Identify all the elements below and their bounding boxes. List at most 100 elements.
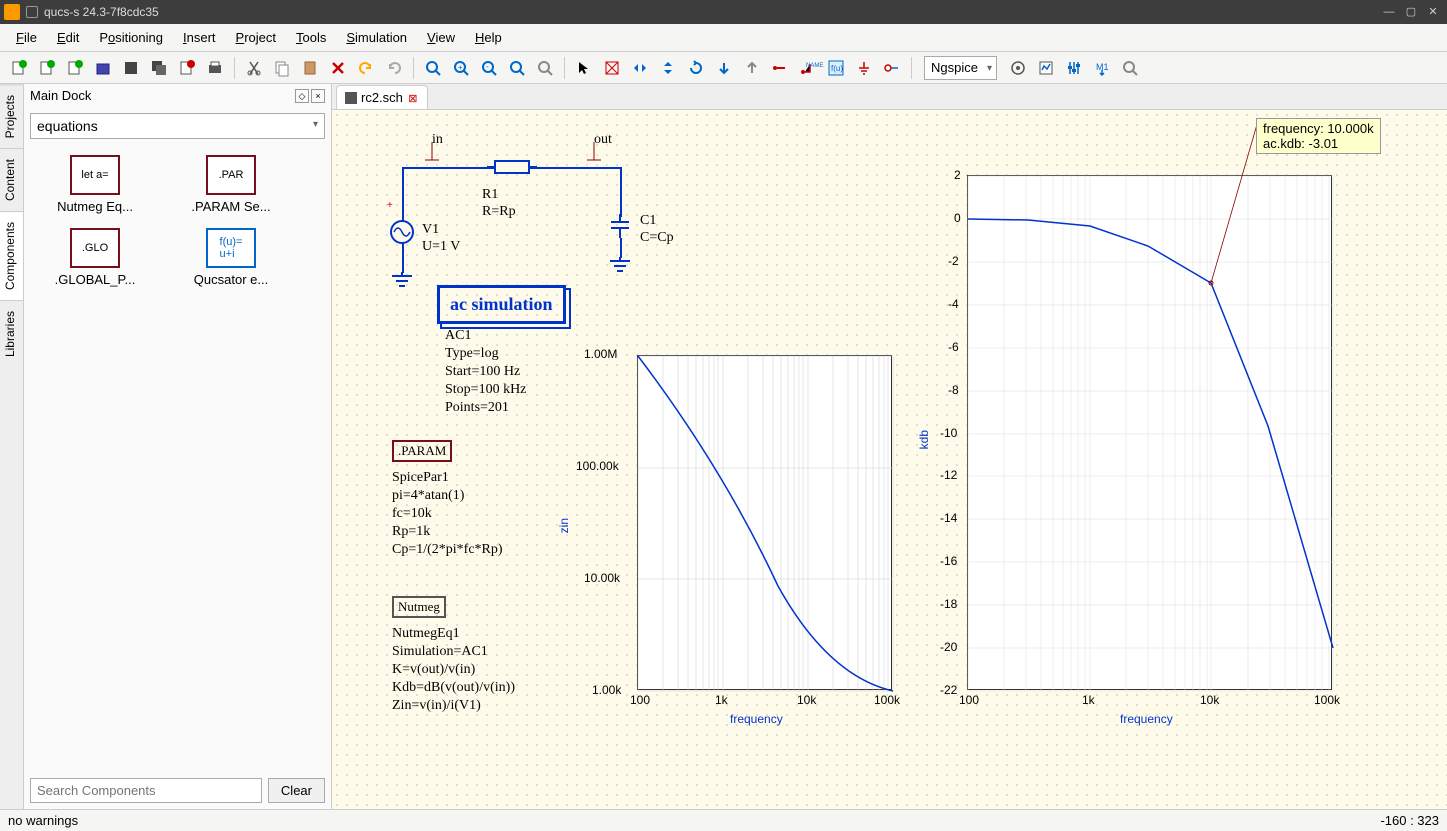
move-up-icon[interactable] [741,57,763,79]
sim-param[interactable]: Start=100 Hz [445,364,520,380]
tune-icon[interactable] [1063,57,1085,79]
param-line[interactable]: Rp=1k [392,524,430,540]
nutmeg-line[interactable]: NutmegEq1 [392,626,460,642]
sim-param[interactable]: AC1 [445,328,471,344]
side-tab-content[interactable]: Content [0,148,23,211]
ground-icon[interactable] [853,57,875,79]
wire[interactable] [402,243,404,273]
zoom-diagram-icon[interactable] [1119,57,1141,79]
schematic-canvas[interactable]: + in out R1 R=Rp V1 U=1 V C1 C=Cp ac sim… [332,110,1447,809]
wire-label-icon[interactable]: NAME [797,57,819,79]
nutmeg-box[interactable]: Nutmeg [392,596,446,618]
component-nutmeg-eq[interactable]: let a= Nutmeg Eq... [30,151,160,218]
dock-close-button[interactable]: × [311,89,325,103]
net-label-out[interactable]: out [594,132,612,148]
component-global-param[interactable]: .GLO .GLOBAL_P... [30,224,160,291]
mirror-v-icon[interactable] [657,57,679,79]
show-data-icon[interactable] [1035,57,1057,79]
side-tab-components[interactable]: Components [0,211,23,300]
param-line[interactable]: fc=10k [392,506,432,522]
menu-positioning[interactable]: Positioning [91,26,171,49]
capacitor-symbol[interactable] [608,214,632,238]
menu-file[interactable]: File [8,26,45,49]
close-button[interactable]: ✕ [1423,4,1443,20]
nutmeg-line[interactable]: K=v(out)/v(in) [392,662,475,678]
wire[interactable] [620,238,622,258]
param-box[interactable]: .PARAM [392,440,452,462]
menu-help[interactable]: Help [467,26,510,49]
source-name[interactable]: V1 [422,222,439,238]
component-category-select[interactable]: equations [30,113,325,139]
sim-param[interactable]: Stop=100 kHz [445,382,526,398]
plot-zin[interactable] [637,355,892,690]
clear-search-button[interactable]: Clear [268,778,325,803]
ground-symbol[interactable] [608,257,632,275]
new-text-icon[interactable] [36,57,58,79]
source-value[interactable]: U=1 V [422,239,460,255]
zoom-100-icon[interactable] [506,57,528,79]
zoom-fit-icon[interactable] [422,57,444,79]
param-line[interactable]: SpicePar1 [392,470,449,486]
resistor-symbol[interactable] [487,158,537,176]
cap-value[interactable]: C=Cp [640,230,674,246]
redo-icon[interactable] [383,57,405,79]
cursor-readout[interactable]: frequency: 10.000k ac.kdb: -3.01 [1256,118,1381,154]
param-line[interactable]: Cp=1/(2*pi*fc*Rp) [392,542,503,558]
wire[interactable] [620,167,622,217]
plot-kdb[interactable] [967,175,1332,690]
maximize-button[interactable]: ▢ [1401,4,1421,20]
zoom-area-icon[interactable] [534,57,556,79]
marker-icon[interactable]: M1 [1091,57,1113,79]
menu-insert[interactable]: Insert [175,26,224,49]
voltage-source-symbol[interactable] [390,220,414,244]
cut-icon[interactable] [243,57,265,79]
side-tab-projects[interactable]: Projects [0,84,23,148]
new-file-icon[interactable] [8,57,30,79]
menu-edit[interactable]: Edit [49,26,87,49]
nutmeg-line[interactable]: Kdb=dB(v(out)/v(in)) [392,680,515,696]
sim-param[interactable]: Points=201 [445,400,509,416]
ground-symbol[interactable] [390,272,414,290]
move-down-icon[interactable] [713,57,735,79]
simulate-icon[interactable] [1007,57,1029,79]
close-tab-button[interactable]: ⊠ [407,92,419,104]
print-icon[interactable] [204,57,226,79]
rotate-icon[interactable] [685,57,707,79]
copy-icon[interactable] [271,57,293,79]
mirror-h-icon[interactable] [629,57,651,79]
zoom-out-icon[interactable]: - [478,57,500,79]
close-file-icon[interactable] [176,57,198,79]
nutmeg-line[interactable]: Simulation=AC1 [392,644,488,660]
save-icon[interactable] [120,57,142,79]
paste-icon[interactable] [299,57,321,79]
menu-simulation[interactable]: Simulation [338,26,415,49]
new-symbol-icon[interactable] [64,57,86,79]
port-icon[interactable] [881,57,903,79]
menu-view[interactable]: View [419,26,463,49]
undo-icon[interactable] [355,57,377,79]
resistor-name[interactable]: R1 [482,187,498,203]
save-all-icon[interactable] [148,57,170,79]
zoom-in-icon[interactable]: + [450,57,472,79]
simulator-select[interactable]: Ngspice [924,56,997,80]
wire-icon[interactable] [769,57,791,79]
param-line[interactable]: pi=4*atan(1) [392,488,464,504]
select-icon[interactable] [573,57,595,79]
component-qucsator-eqn[interactable]: f(u)= u+i Qucsator e... [166,224,296,291]
sim-param[interactable]: Type=log [445,346,499,362]
menu-project[interactable]: Project [228,26,284,49]
delete-icon[interactable] [327,57,349,79]
side-tab-libraries[interactable]: Libraries [0,300,23,367]
search-components-input[interactable] [30,778,262,803]
component-param-section[interactable]: .PAR .PARAM Se... [166,151,296,218]
file-tab-rc2[interactable]: rc2.sch ⊠ [336,85,428,109]
menu-tools[interactable]: Tools [288,26,334,49]
minimize-button[interactable]: — [1379,4,1399,20]
open-icon[interactable] [92,57,114,79]
deactivate-icon[interactable] [601,57,623,79]
equation-icon[interactable]: f(u) [825,57,847,79]
resistor-value[interactable]: R=Rp [482,204,516,220]
net-label-in[interactable]: in [432,132,443,148]
cap-name[interactable]: C1 [640,213,656,229]
dock-float-button[interactable]: ◇ [295,89,309,103]
